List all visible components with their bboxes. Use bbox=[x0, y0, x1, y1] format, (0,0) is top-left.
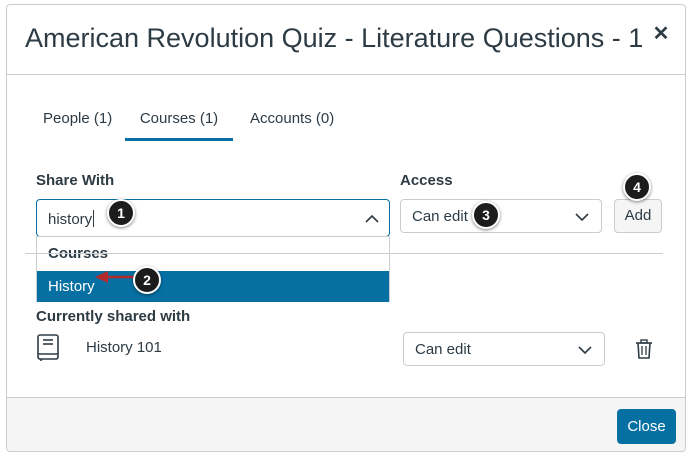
dropdown-option-history[interactable]: History bbox=[37, 271, 389, 302]
trash-icon[interactable] bbox=[635, 339, 653, 359]
course-dropdown: Courses History bbox=[36, 236, 390, 302]
chevron-down-icon bbox=[578, 346, 592, 355]
access-value: Can edit bbox=[412, 208, 468, 225]
close-icon[interactable]: ✕ bbox=[652, 24, 670, 44]
callout-badge-3: 3 bbox=[472, 201, 500, 229]
shared-access-select[interactable]: Can edit bbox=[403, 332, 605, 366]
tab-courses[interactable]: Courses (1) bbox=[125, 101, 233, 141]
callout-badge-2: 2 bbox=[133, 266, 161, 294]
share-with-label: Share With bbox=[36, 172, 115, 189]
shared-access-value: Can edit bbox=[415, 341, 471, 358]
share-with-value: history bbox=[48, 211, 93, 228]
dialog-footer: Close bbox=[7, 397, 685, 451]
tab-accounts[interactable]: Accounts (0) bbox=[250, 101, 334, 141]
access-select[interactable]: Can edit bbox=[400, 199, 602, 233]
shared-course-name: History 101 bbox=[86, 339, 162, 356]
chevron-up-icon[interactable] bbox=[365, 212, 379, 226]
share-tabs: People (1) Courses (1) Accounts (0) bbox=[25, 101, 665, 141]
tab-label: People (1) bbox=[43, 110, 113, 127]
tab-label: Accounts (0) bbox=[250, 110, 335, 127]
dialog-title: American Revolution Quiz - Literature Qu… bbox=[25, 23, 644, 53]
dialog-header: American Revolution Quiz - Literature Qu… bbox=[7, 5, 685, 75]
share-dialog: American Revolution Quiz - Literature Qu… bbox=[6, 4, 686, 452]
currently-shared-label: Currently shared with bbox=[36, 308, 191, 325]
tab-people[interactable]: People (1) bbox=[43, 101, 112, 141]
access-label: Access bbox=[400, 172, 453, 189]
close-button[interactable]: Close bbox=[617, 409, 676, 444]
add-button[interactable]: Add bbox=[614, 199, 662, 233]
callout-badge-4: 4 bbox=[623, 173, 651, 201]
chevron-down-icon bbox=[575, 213, 589, 222]
text-cursor bbox=[93, 210, 95, 227]
callout-badge-1: 1 bbox=[107, 199, 135, 227]
book-icon bbox=[37, 334, 59, 361]
divider bbox=[25, 253, 663, 254]
share-with-input[interactable]: history bbox=[36, 199, 390, 237]
tab-label: Courses (1) bbox=[139, 110, 219, 127]
